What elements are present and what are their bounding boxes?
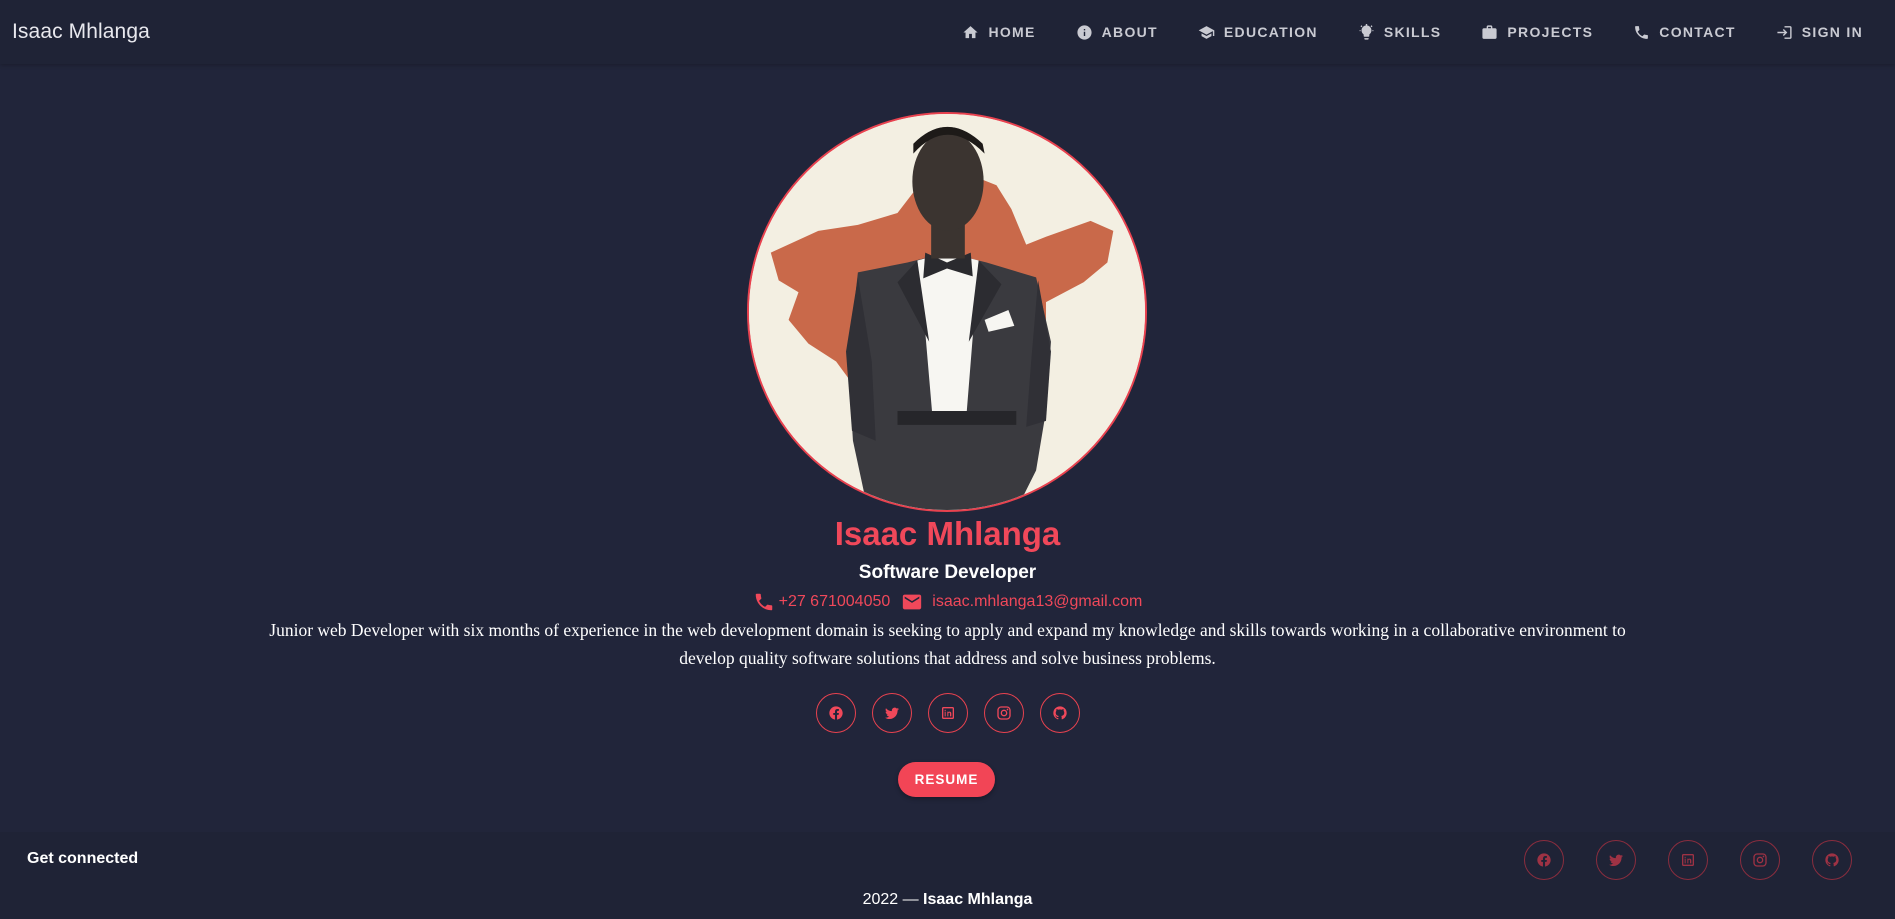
profile-photo — [747, 112, 1147, 512]
contact-line: +27 671004050 isaac.mhlanga13@gmail.com — [0, 591, 1895, 613]
nav-item-about[interactable]: ABOUT — [1056, 12, 1178, 52]
nav-item-education[interactable]: EDUCATION — [1178, 12, 1338, 52]
nav-item-home[interactable]: HOME — [942, 12, 1055, 52]
instagram-button[interactable] — [983, 693, 1024, 733]
footer-social-links — [1524, 840, 1852, 880]
info-icon — [1076, 24, 1093, 41]
nav-item-projects[interactable]: PROJECTS — [1461, 12, 1613, 52]
brand-name[interactable]: Isaac Mhlanga — [12, 20, 150, 44]
footer-twitter-button[interactable] — [1596, 840, 1636, 880]
profile-name: Isaac Mhlanga — [834, 515, 1061, 552]
nav-item-label: SKILLS — [1383, 24, 1442, 40]
nav-item-label: ABOUT — [1101, 24, 1158, 40]
phone-icon — [755, 593, 772, 611]
sign-in-icon — [1776, 24, 1793, 41]
nav-item-sign-in[interactable]: SIGN IN — [1756, 12, 1883, 52]
email-address: isaac.mhlanga13@gmail.com — [932, 593, 1143, 610]
linkedin-icon — [941, 707, 954, 719]
footer-github-button[interactable] — [1812, 840, 1852, 880]
home-icon — [962, 24, 979, 41]
nav-item-label: SIGN IN — [1801, 24, 1863, 40]
footer-facebook-button[interactable] — [1524, 840, 1564, 880]
linkedin-icon — [1682, 854, 1694, 866]
facebook-icon — [1537, 853, 1551, 867]
twitter-icon — [1609, 854, 1623, 866]
nav-item-label: CONTACT — [1659, 24, 1736, 40]
footer: Get connected 2022 — Isaac Mhlanga — [0, 832, 1895, 919]
copyright: 2022 — Isaac Mhlanga — [0, 891, 1895, 909]
copyright-owner[interactable]: Isaac Mhlanga — [923, 891, 1032, 908]
nav-item-skills[interactable]: SKILLS — [1338, 12, 1462, 52]
get-connected-label: Get connected — [27, 850, 139, 867]
nav-item-label: PROJECTS — [1507, 24, 1594, 40]
nav-item-contact[interactable]: CONTACT — [1613, 12, 1756, 52]
nav-item-label: EDUCATION — [1223, 24, 1318, 40]
facebook-icon — [828, 706, 843, 720]
footer-instagram-button[interactable] — [1740, 840, 1780, 880]
phone-contact[interactable]: +27 671004050 — [753, 591, 891, 613]
twitter-button[interactable] — [871, 693, 912, 733]
linkedin-button[interactable] — [927, 693, 968, 733]
twitter-icon — [884, 707, 899, 719]
github-icon — [1825, 853, 1839, 867]
social-links — [0, 693, 1895, 733]
instagram-icon — [1753, 853, 1767, 867]
nav-menu: HOME ABOUT EDUCATION SKILLS PROJECTS CON… — [942, 12, 1883, 52]
nav-item-label: HOME — [988, 24, 1036, 40]
copyright-year: 2022 — — [862, 891, 924, 908]
resume-button[interactable]: RESUME — [898, 762, 995, 797]
mail-icon — [903, 594, 922, 610]
briefcase-icon — [1481, 24, 1498, 41]
profile-bio: Junior web Developer with six months of … — [269, 620, 1626, 668]
lightbulb-icon — [1358, 23, 1375, 41]
facebook-button[interactable] — [815, 693, 856, 733]
phone-number: +27 671004050 — [778, 593, 891, 610]
graduation-cap-icon — [1198, 24, 1215, 41]
footer-linkedin-button[interactable] — [1668, 840, 1708, 880]
phone-icon — [1633, 24, 1650, 41]
github-icon — [1052, 706, 1067, 720]
profile-role: Software Developer — [858, 562, 1037, 583]
email-contact[interactable]: isaac.mhlanga13@gmail.com — [900, 591, 1142, 613]
top-navbar: Isaac Mhlanga HOME ABOUT EDUCATION SKILL… — [0, 0, 1895, 64]
instagram-icon — [996, 706, 1011, 720]
github-button[interactable] — [1039, 693, 1080, 733]
